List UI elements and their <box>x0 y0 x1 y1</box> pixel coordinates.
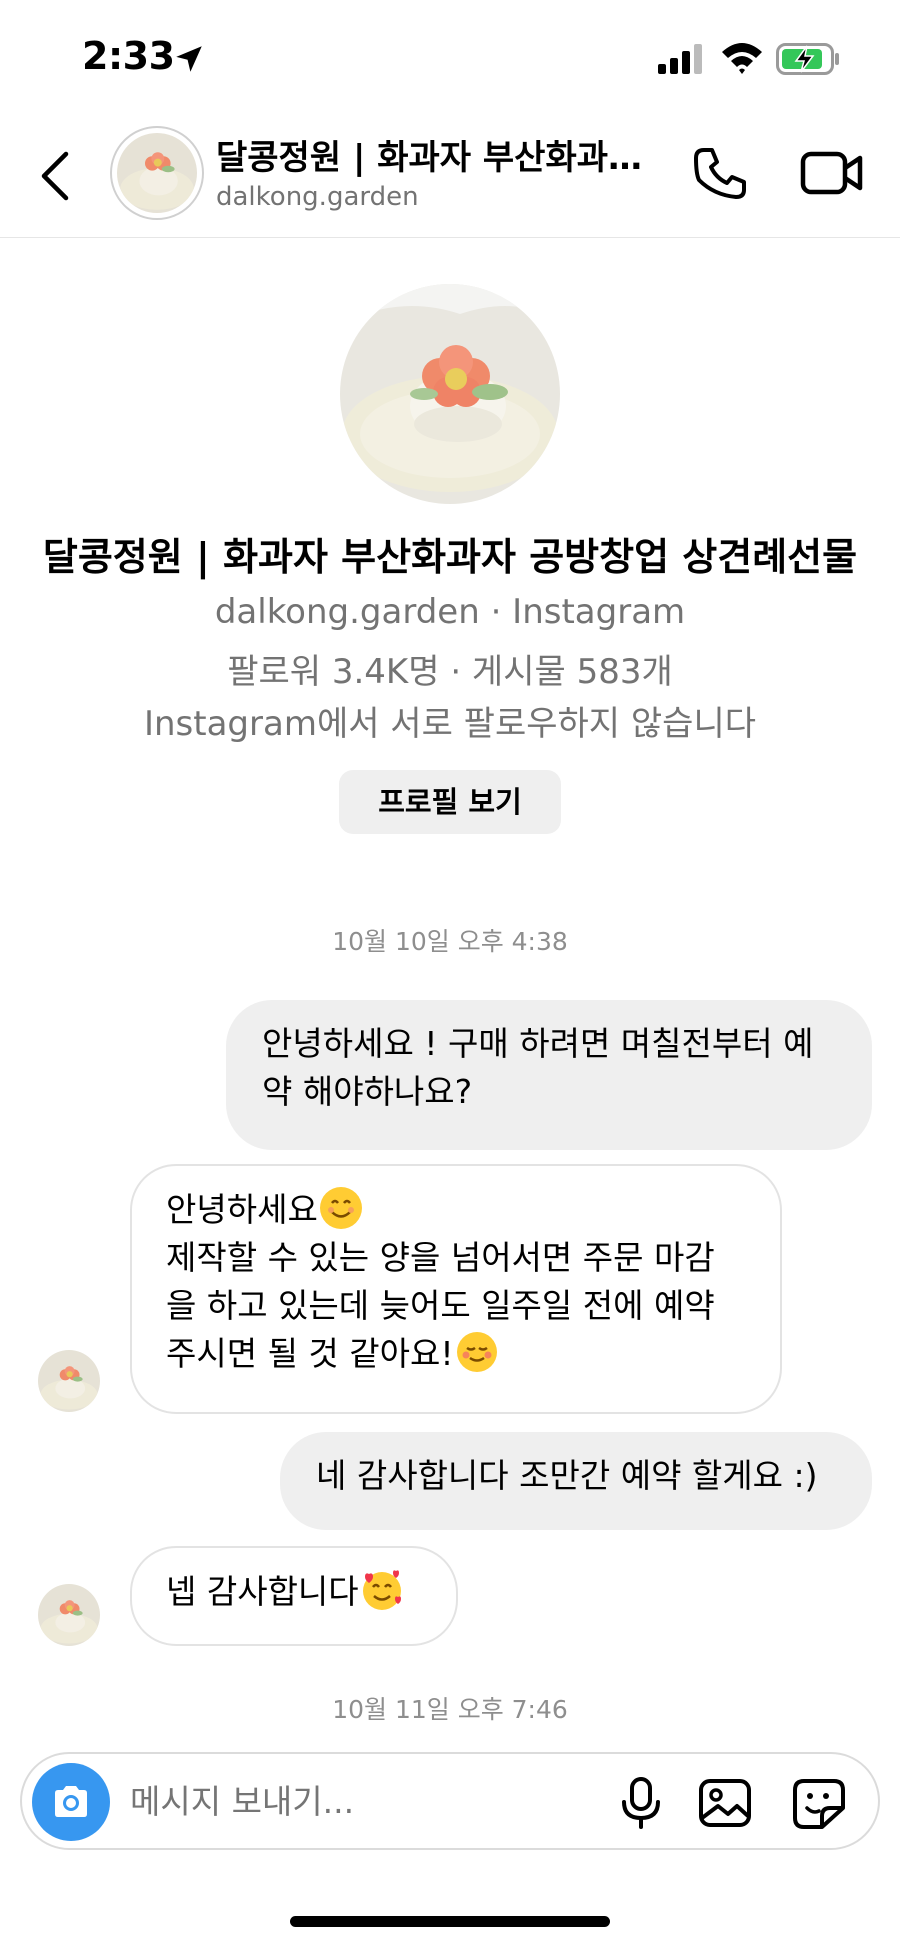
outgoing-message[interactable]: 안녕하세요 ! 구매 하려면 며칠전부터 예 약 해야하나요? <box>226 1000 872 1150</box>
message-line: 제작할 수 있는 양을 넘어서면 주문 마감 <box>166 1238 715 1277</box>
sender-avatar[interactable] <box>38 1350 100 1412</box>
header-avatar[interactable] <box>110 126 204 220</box>
outgoing-message[interactable]: 네 감사합니다 조만간 예약 할게요 :) <box>280 1432 872 1530</box>
chat-timestamp: 10월 10일 오후 4:38 <box>332 927 568 956</box>
camera-icon <box>55 1786 87 1817</box>
sticker-icon[interactable] <box>792 1778 846 1830</box>
battery-charging-icon <box>776 43 839 75</box>
location-arrow-icon <box>176 46 202 72</box>
sender-avatar[interactable] <box>38 1584 100 1646</box>
message-line: 넵 감사합니다 <box>166 1572 359 1611</box>
message-line: 주시면 될 것 같아요! <box>166 1334 454 1373</box>
chat-timestamp: 10월 11일 오후 7:46 <box>332 1695 568 1724</box>
back-icon[interactable] <box>36 148 76 204</box>
message-line: 안녕하세요 <box>166 1190 318 1229</box>
message-composer <box>20 1752 880 1850</box>
camera-button[interactable] <box>32 1763 110 1841</box>
signal-icon <box>658 44 702 74</box>
smiling-face-emoji <box>319 1187 362 1229</box>
message-line: 약 해야하나요? <box>262 1072 473 1111</box>
smiling-face-with-hearts-emoji <box>361 1569 403 1611</box>
conversation-header: 달콩정원 | 화과자 부산화과자 공방창업 상견례선물 dalkong.gard… <box>0 110 900 238</box>
profile-picture[interactable] <box>340 284 560 504</box>
home-indicator[interactable] <box>290 1916 610 1927</box>
profile-mutual-status: Instagram에서 서로 팔로우하지 않습니다 <box>143 704 757 744</box>
message-input[interactable] <box>130 1782 490 1821</box>
status-time: 2:33 <box>82 34 175 78</box>
relieved-face-emoji <box>456 1331 498 1373</box>
profile-handle: dalkong.garden · Instagram <box>214 592 686 632</box>
message-line: 안녕하세요 ! 구매 하려면 며칠전부터 예 <box>262 1024 814 1063</box>
profile-name: 달콩정원 | 화과자 부산화과자 공방창업 상견례선물 <box>42 535 858 579</box>
message-line: 네 감사합니다 조만간 예약 할게요 :) <box>316 1456 818 1495</box>
view-profile-button[interactable]: 프로필 보기 <box>339 770 561 834</box>
header-username[interactable]: dalkong.garden <box>216 182 419 212</box>
phone-icon[interactable] <box>690 144 750 204</box>
status-bar: 2:33 <box>0 0 900 110</box>
incoming-message[interactable]: 안녕하세요 제작할 수 있는 양을 넘어서면 주문 마감 을 하고 있는데 늦어… <box>130 1164 782 1414</box>
microphone-icon[interactable] <box>616 1776 666 1830</box>
header-title[interactable]: 달콩정원 | 화과자 부산화과자 공방창업 상견례선물 <box>216 130 666 179</box>
image-icon[interactable] <box>698 1778 752 1828</box>
profile-stats: 팔로워 3.4K명 · 게시물 583개 <box>227 652 673 692</box>
wifi-icon <box>722 43 762 74</box>
avatar-image <box>117 133 197 213</box>
message-line: 을 하고 있는데 늦어도 일주일 전에 예약 <box>166 1286 715 1325</box>
video-camera-icon[interactable] <box>800 146 864 200</box>
incoming-message[interactable]: 넵 감사합니다 <box>130 1546 458 1646</box>
